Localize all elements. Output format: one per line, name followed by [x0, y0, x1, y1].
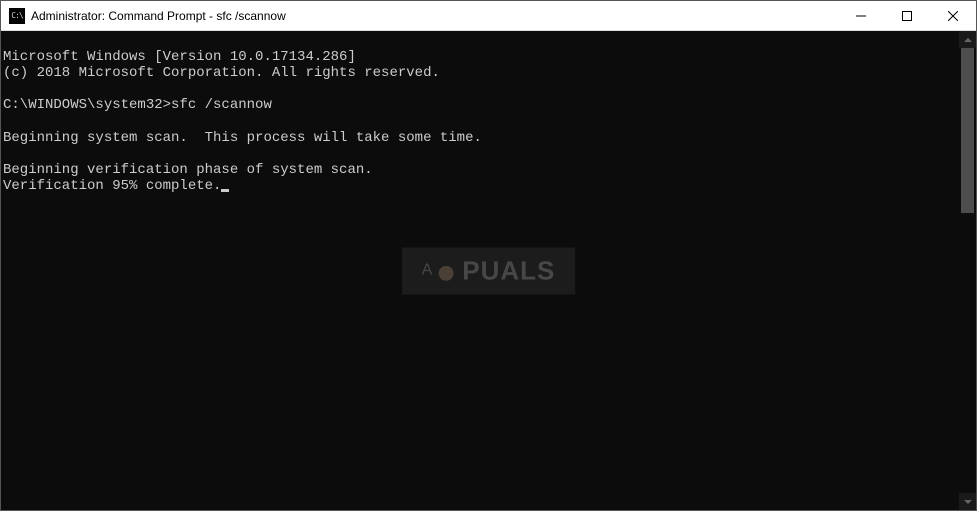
- terminal-area: Microsoft Windows [Version 10.0.17134.28…: [1, 31, 976, 510]
- cursor: [221, 189, 229, 192]
- terminal-output[interactable]: Microsoft Windows [Version 10.0.17134.28…: [1, 31, 959, 510]
- scroll-up-button[interactable]: [959, 31, 976, 48]
- close-button[interactable]: [930, 1, 976, 30]
- prompt-line: C:\WINDOWS\system32>sfc /scannow: [3, 97, 272, 113]
- output-line: Microsoft Windows [Version 10.0.17134.28…: [3, 49, 356, 65]
- command-prompt-window: C:\ Administrator: Command Prompt - sfc …: [0, 0, 977, 511]
- titlebar[interactable]: C:\ Administrator: Command Prompt - sfc …: [1, 1, 976, 31]
- cmd-icon: C:\: [9, 8, 25, 24]
- scrollbar[interactable]: [959, 31, 976, 510]
- scroll-track[interactable]: [959, 48, 976, 493]
- window-controls: [838, 1, 976, 30]
- scroll-down-button[interactable]: [959, 493, 976, 510]
- output-line: (c) 2018 Microsoft Corporation. All righ…: [3, 65, 440, 81]
- scroll-thumb[interactable]: [961, 48, 974, 213]
- output-line: Beginning verification phase of system s…: [3, 162, 373, 178]
- output-line: Beginning system scan. This process will…: [3, 130, 482, 146]
- window-title: Administrator: Command Prompt - sfc /sca…: [31, 9, 838, 23]
- maximize-button[interactable]: [884, 1, 930, 30]
- progress-line: Verification 95% complete.: [3, 178, 221, 194]
- minimize-button[interactable]: [838, 1, 884, 30]
